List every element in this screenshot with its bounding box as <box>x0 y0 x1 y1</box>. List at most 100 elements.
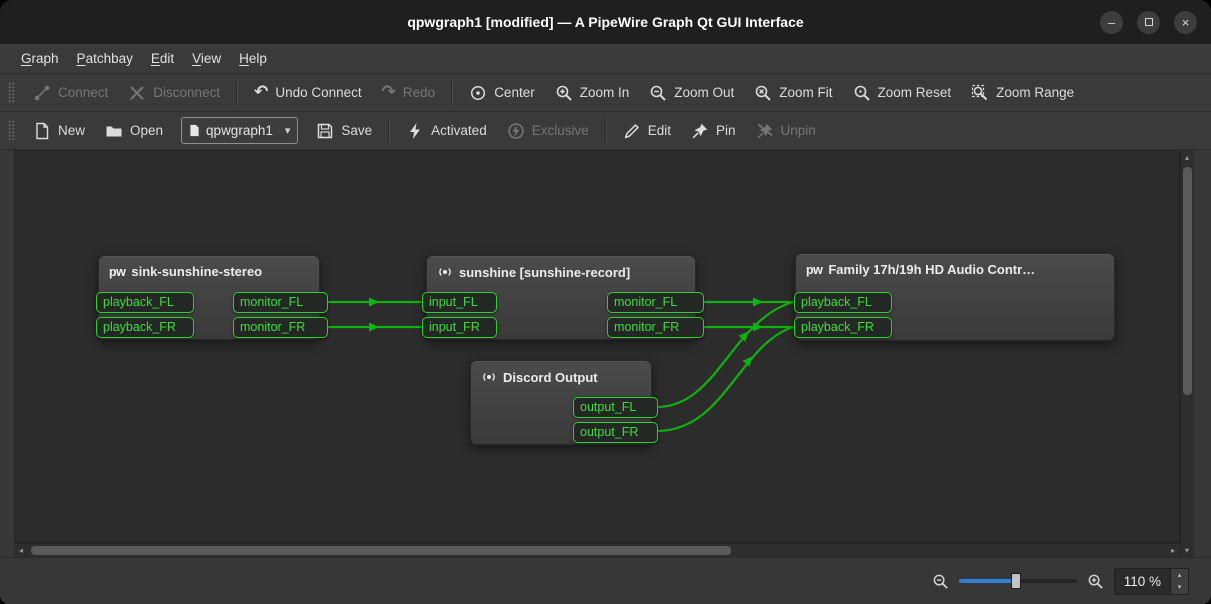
zoom-slider[interactable] <box>959 572 1077 590</box>
unpin-button[interactable]: Unpin <box>746 116 826 146</box>
scroll-right-arrow[interactable]: ▸ <box>1166 543 1180 557</box>
zoom-spinbox[interactable]: 110 % ▴ ▾ <box>1114 568 1189 595</box>
wire-arrow-icon <box>753 298 763 307</box>
maximize-button[interactable] <box>1137 11 1160 34</box>
minimize-button[interactable]: – <box>1100 11 1123 34</box>
node-header: sunshine [sunshine-record] <box>427 256 695 280</box>
titlebar[interactable]: qpwgraph1 [modified] — A PipeWire Graph … <box>0 0 1211 44</box>
toolbar-grip[interactable] <box>8 82 15 104</box>
redo-button[interactable]: ↷ Redo <box>372 78 446 108</box>
toolbar-separator <box>605 119 607 143</box>
port-monitor-fr[interactable]: monitor_FR <box>607 317 704 338</box>
zoom-spin-arrows: ▴ ▾ <box>1170 569 1188 594</box>
zoom-in-button[interactable]: Zoom In <box>545 78 640 108</box>
save-icon <box>316 122 334 140</box>
activated-toggle[interactable]: Activated <box>396 116 497 146</box>
exclusive-toggle[interactable]: Exclusive <box>497 116 599 146</box>
undo-connect-button[interactable]: ↶ Undo Connect <box>244 78 372 108</box>
vertical-scroll-thumb[interactable] <box>1183 167 1192 395</box>
zoom-out-icon <box>649 84 667 102</box>
maximize-icon <box>1145 18 1153 26</box>
speaker-icon <box>437 264 453 280</box>
edit-toggle[interactable]: Edit <box>613 116 681 146</box>
zoom-out-status-icon[interactable] <box>932 573 949 590</box>
zoom-range-icon <box>971 84 989 102</box>
save-button[interactable]: Save <box>306 116 382 146</box>
new-file-icon <box>33 122 51 140</box>
redo-icon: ↷ <box>382 84 396 101</box>
toolbar-grip[interactable] <box>8 120 15 142</box>
scroll-left-arrow[interactable]: ◂ <box>14 543 28 557</box>
node-header: pw sink-sunshine-stereo <box>99 256 319 279</box>
menu-graph[interactable]: Graph <box>12 44 68 73</box>
port-monitor-fr[interactable]: monitor_FR <box>233 317 328 338</box>
node-title: Discord Output <box>503 370 598 385</box>
disconnect-button[interactable]: Disconnect <box>118 78 230 108</box>
zoom-fit-button[interactable]: Zoom Fit <box>744 78 842 108</box>
scroll-up-arrow[interactable]: ▴ <box>1180 150 1194 164</box>
port-input-fr[interactable]: input_FR <box>422 317 497 338</box>
pipewire-icon: pw <box>109 265 125 279</box>
undo-icon: ↶ <box>254 84 268 101</box>
menu-patchbay[interactable]: Patchbay <box>68 44 142 73</box>
port-playback-fl[interactable]: playback_FL <box>96 292 194 313</box>
new-button[interactable]: New <box>23 116 95 146</box>
disconnect-icon <box>128 84 146 102</box>
port-output-fl[interactable]: output_FL <box>573 397 658 418</box>
pin-button[interactable]: Pin <box>681 116 746 146</box>
port-output-fr[interactable]: output_FR <box>573 422 658 443</box>
port-playback-fl[interactable]: playback_FL <box>794 292 892 313</box>
zoom-in-status-icon[interactable] <box>1087 573 1104 590</box>
port-playback-fr[interactable]: playback_FR <box>794 317 892 338</box>
speaker-icon <box>481 369 497 385</box>
wire-arrow-icon <box>369 298 379 307</box>
menubar: Graph Patchbay Edit View Help <box>0 44 1211 74</box>
node-title: Family 17h/19h HD Audio Contr… <box>828 262 1035 277</box>
scroll-down-arrow[interactable]: ▾ <box>1180 543 1194 557</box>
window-title: qpwgraph1 [modified] — A PipeWire Graph … <box>407 14 803 30</box>
pin-icon <box>691 122 709 140</box>
node-sunshine[interactable]: sunshine [sunshine-record] input_FL inpu… <box>426 255 696 340</box>
graph-toolbar: Connect Disconnect ↶ Undo Connect ↷ Redo… <box>0 74 1211 112</box>
statusbar: 110 % ▴ ▾ <box>0 557 1211 604</box>
wire-arrow-icon <box>369 323 379 332</box>
menu-help[interactable]: Help <box>230 44 276 73</box>
spin-down-icon[interactable]: ▾ <box>1171 581 1188 594</box>
unpin-icon <box>756 122 774 140</box>
patchbay-select[interactable]: qpwgraph1 ▾ <box>181 117 298 144</box>
zoom-slider-fill <box>959 579 1015 583</box>
zoom-out-button[interactable]: Zoom Out <box>639 78 744 108</box>
node-header: Discord Output <box>471 361 651 385</box>
node-title: sink-sunshine-stereo <box>131 264 262 279</box>
menu-edit[interactable]: Edit <box>142 44 183 73</box>
window-controls: – × <box>1100 0 1197 44</box>
zoom-reset-button[interactable]: Zoom Reset <box>843 78 962 108</box>
zoom-fit-icon <box>754 84 772 102</box>
toolbar-separator <box>236 81 238 105</box>
vertical-scrollbar[interactable]: ▴ ▾ <box>1180 150 1194 557</box>
node-discord-output[interactable]: Discord Output output_FL output_FR <box>470 360 652 445</box>
app-window: qpwgraph1 [modified] — A PipeWire Graph … <box>0 0 1211 604</box>
zoom-slider-handle[interactable] <box>1011 573 1021 589</box>
center-icon <box>469 84 487 102</box>
close-button[interactable]: × <box>1174 11 1197 34</box>
node-title: sunshine [sunshine-record] <box>459 265 630 280</box>
graph-canvas[interactable]: pw sink-sunshine-stereo playback_FL play… <box>14 150 1180 543</box>
node-family-hd-audio[interactable]: pw Family 17h/19h HD Audio Contr… playba… <box>795 253 1115 341</box>
node-sink-sunshine-stereo[interactable]: pw sink-sunshine-stereo playback_FL play… <box>98 255 320 340</box>
port-monitor-fl[interactable]: monitor_FL <box>233 292 328 313</box>
pipewire-icon: pw <box>806 263 822 277</box>
zoom-range-button[interactable]: Zoom Range <box>961 78 1084 108</box>
connection-wire[interactable] <box>657 327 793 431</box>
horizontal-scroll-thumb[interactable] <box>31 546 731 555</box>
port-playback-fr[interactable]: playback_FR <box>96 317 194 338</box>
connect-button[interactable]: Connect <box>23 78 118 108</box>
horizontal-scrollbar[interactable]: ◂ ▸ <box>14 543 1180 557</box>
port-input-fl[interactable]: input_FL <box>422 292 497 313</box>
center-button[interactable]: Center <box>459 78 545 108</box>
spin-up-icon[interactable]: ▴ <box>1171 569 1188 582</box>
port-monitor-fl[interactable]: monitor_FL <box>607 292 704 313</box>
menu-view[interactable]: View <box>183 44 230 73</box>
zoom-value: 110 % <box>1115 569 1170 594</box>
open-button[interactable]: Open <box>95 116 173 146</box>
